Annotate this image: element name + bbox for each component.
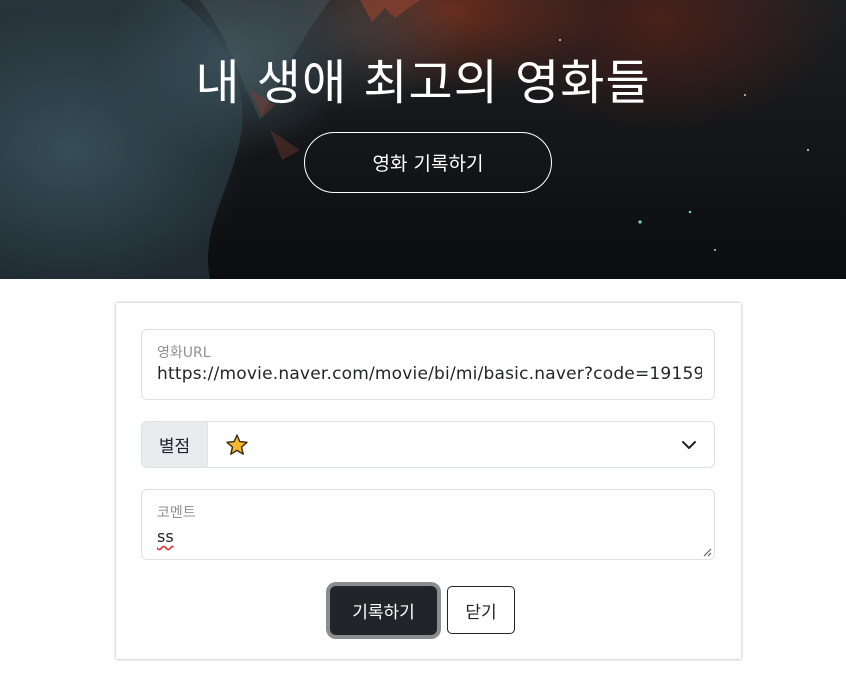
movie-url-label: 영화URL [157, 345, 211, 361]
movie-url-input[interactable]: https://movie.naver.com/movie/bi/mi/basi… [157, 364, 702, 384]
close-button[interactable]: 닫기 [447, 586, 515, 634]
chevron-down-icon [682, 441, 696, 449]
comment-textarea[interactable]: ss [157, 527, 174, 546]
rating-input-group: 별점 [141, 421, 715, 468]
comment-label: 코멘트 [157, 505, 196, 521]
resize-handle-icon[interactable] [702, 547, 712, 557]
record-movie-button[interactable]: 영화 기록하기 [304, 132, 552, 193]
save-record-button[interactable]: 기록하기 [330, 586, 437, 635]
movie-url-field[interactable]: 영화URL https://movie.naver.com/movie/bi/m… [141, 329, 715, 400]
hero-banner: 내 생애 최고의 영화들 영화 기록하기 [0, 0, 846, 279]
page-title: 내 생애 최고의 영화들 [195, 55, 651, 111]
rating-select[interactable] [208, 421, 715, 468]
movie-record-form: 영화URL https://movie.naver.com/movie/bi/m… [116, 303, 741, 659]
comment-field[interactable]: 코멘트 ss [141, 489, 715, 560]
star-icon [226, 434, 248, 455]
rating-label: 별점 [141, 421, 208, 468]
